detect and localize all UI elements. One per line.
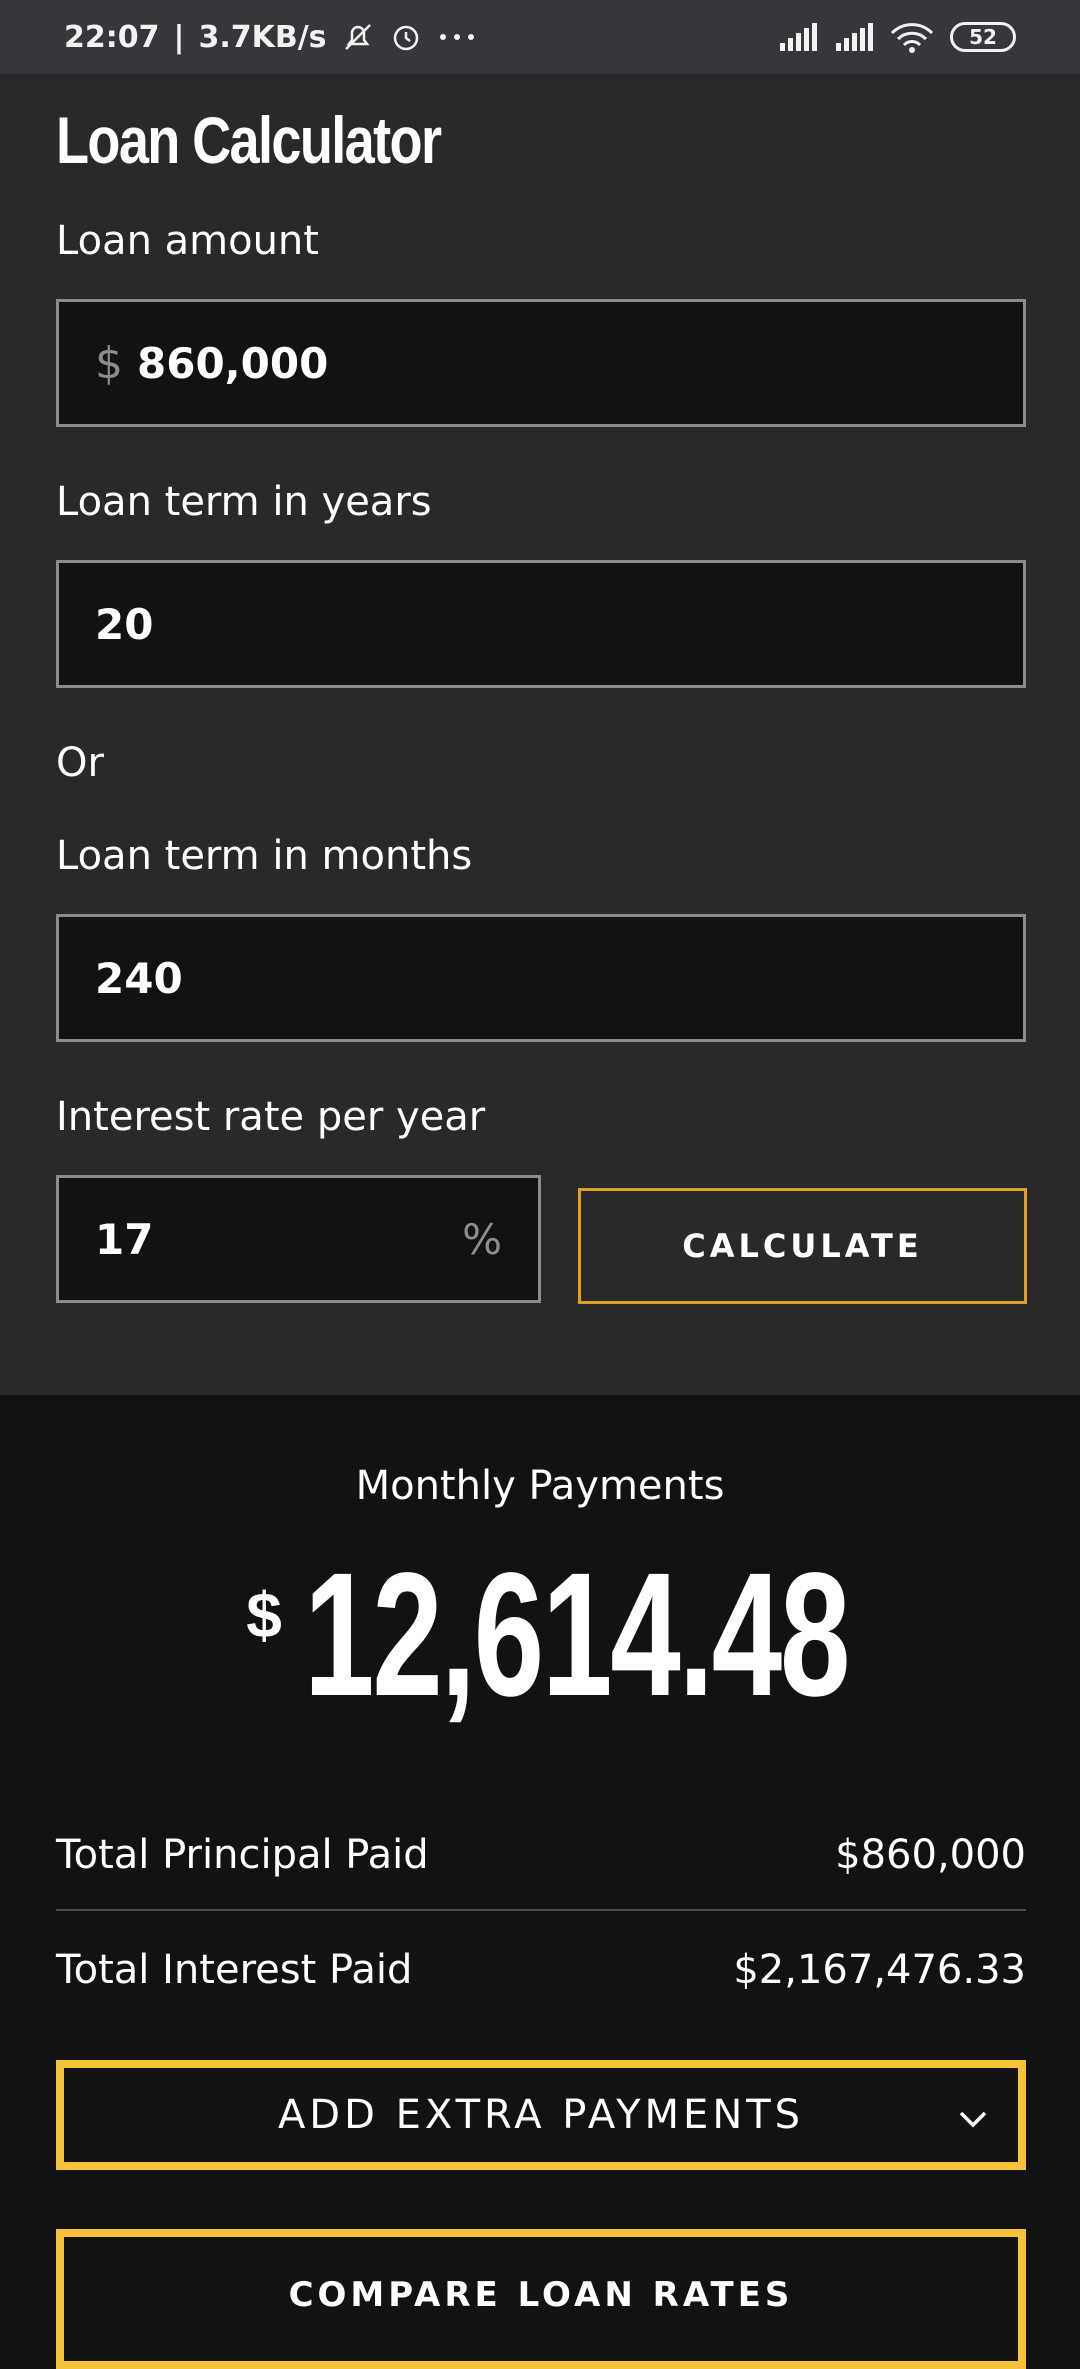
chevron-down-icon bbox=[958, 2098, 988, 2128]
loan-term-months-input[interactable]: 240 bbox=[56, 914, 1026, 1042]
monthly-currency: $ bbox=[246, 1579, 282, 1651]
monthly-amount-value: 12,614.48 bbox=[303, 1537, 850, 1733]
interest-rate-value: 17 bbox=[95, 1214, 154, 1264]
compare-loan-rates-label: COMPARE LOAN RATES bbox=[288, 2275, 794, 2315]
signal-icon bbox=[834, 23, 874, 51]
loan-term-years-value: 20 bbox=[95, 599, 154, 649]
or-label: Or bbox=[56, 740, 104, 786]
loan-term-years-label: Loan term in years bbox=[56, 479, 432, 525]
total-principal-value: $860,000 bbox=[835, 1832, 1026, 1878]
interest-rate-label: Interest rate per year bbox=[56, 1094, 486, 1140]
loan-term-months-label: Loan term in months bbox=[56, 833, 473, 879]
mute-icon bbox=[341, 20, 375, 54]
status-separator: | bbox=[173, 19, 185, 55]
status-bar: 22:07 | 3.7KB/s 52 bbox=[0, 0, 1080, 74]
monthly-payment-amount: $ 12,614.48 bbox=[0, 1537, 1080, 1733]
total-interest-row: Total Interest Paid $2,167,476.33 bbox=[56, 1925, 1026, 2015]
total-principal-row: Total Principal Paid $860,000 bbox=[56, 1810, 1026, 1900]
total-interest-value: $2,167,476.33 bbox=[733, 1947, 1026, 1993]
compare-loan-rates-button[interactable]: COMPARE LOAN RATES bbox=[56, 2229, 1026, 2369]
alarm-icon bbox=[389, 20, 423, 54]
add-extra-payments-label: ADD EXTRA PAYMENTS bbox=[277, 2092, 805, 2138]
calculate-button[interactable]: CALCULATE bbox=[578, 1188, 1027, 1304]
interest-rate-input[interactable]: 17 % bbox=[56, 1175, 541, 1303]
results-panel: Monthly Payments $ 12,614.48 Total Princ… bbox=[0, 1395, 1080, 2369]
network-speed: 3.7KB/s bbox=[198, 19, 327, 55]
loan-term-months-value: 240 bbox=[95, 953, 183, 1003]
percent-suffix: % bbox=[462, 1214, 502, 1264]
signal-icon bbox=[778, 23, 818, 51]
page-title: Loan Calculator bbox=[56, 103, 442, 177]
total-principal-label: Total Principal Paid bbox=[56, 1832, 429, 1878]
dollar-prefix: $ bbox=[95, 337, 123, 389]
loan-amount-input[interactable]: $ 860,000 bbox=[56, 299, 1026, 427]
monthly-payments-label: Monthly Payments bbox=[355, 1463, 725, 1509]
status-time: 22:07 bbox=[64, 19, 160, 55]
add-extra-payments-button[interactable]: ADD EXTRA PAYMENTS bbox=[56, 2060, 1026, 2170]
battery-level: 52 bbox=[969, 25, 997, 49]
summary-divider bbox=[56, 1909, 1026, 1911]
loan-amount-value: 860,000 bbox=[137, 338, 329, 388]
more-icon bbox=[437, 32, 477, 42]
battery-icon: 52 bbox=[950, 22, 1016, 52]
wifi-icon bbox=[890, 21, 934, 53]
total-interest-label: Total Interest Paid bbox=[56, 1947, 413, 1993]
loan-term-years-input[interactable]: 20 bbox=[56, 560, 1026, 688]
loan-amount-label: Loan amount bbox=[56, 218, 319, 264]
